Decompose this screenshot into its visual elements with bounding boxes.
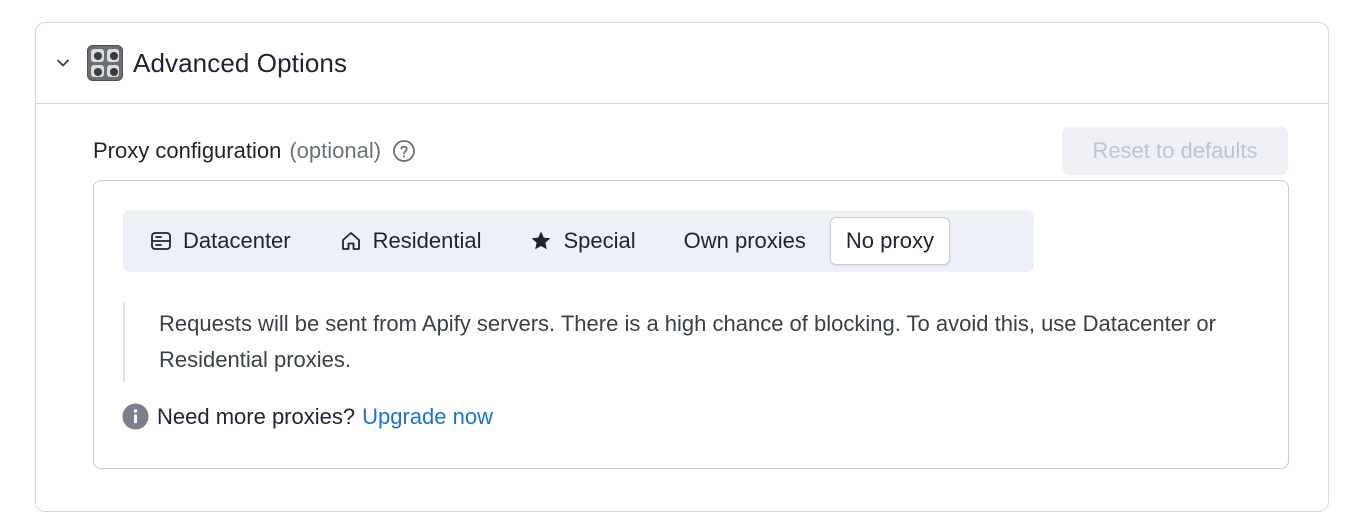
proxy-config-card: Datacenter Residential Special Own proxi… [93, 180, 1289, 469]
tab-no-proxy[interactable]: No proxy [829, 217, 950, 265]
chevron-down-icon[interactable] [52, 52, 74, 74]
proxy-type-tabs: Datacenter Residential Special Own proxi… [123, 210, 1034, 272]
no-proxy-description: Requests will be sent from Apify servers… [123, 302, 1233, 382]
tab-label: Special [563, 228, 636, 253]
server-icon [149, 229, 173, 253]
tab-label: Residential [372, 228, 482, 253]
info-icon [122, 403, 149, 430]
panel-header[interactable]: Advanced Options [36, 23, 1328, 104]
tab-label: Own proxies [683, 228, 806, 253]
upgrade-notice: Need more proxies? Upgrade now [122, 403, 493, 430]
star-icon [529, 229, 553, 253]
help-icon[interactable] [392, 139, 416, 163]
field-label: Proxy configuration [93, 138, 282, 163]
tab-datacenter[interactable]: Datacenter [129, 217, 321, 265]
proxy-field-label-row: Proxy configuration (optional) Reset to … [93, 127, 1288, 175]
tab-own-proxies[interactable]: Own proxies [666, 217, 830, 265]
tab-special[interactable]: Special [511, 217, 665, 265]
panel-title: Advanced Options [133, 47, 348, 78]
tab-label: No proxy [845, 228, 934, 253]
field-optional-hint: (optional) [289, 138, 382, 163]
upgrade-text: Need more proxies? [157, 403, 356, 429]
tab-residential[interactable]: Residential [321, 217, 512, 265]
tab-label: Datacenter [183, 228, 291, 253]
advanced-options-panel: Advanced Options Proxy configuration (op… [35, 22, 1329, 512]
control-knobs-icon [87, 45, 123, 81]
upgrade-now-link[interactable]: Upgrade now [362, 404, 493, 430]
home-icon [339, 229, 363, 253]
reset-to-defaults-button[interactable]: Reset to defaults [1062, 127, 1288, 175]
